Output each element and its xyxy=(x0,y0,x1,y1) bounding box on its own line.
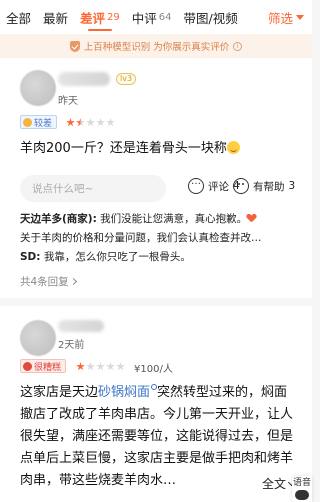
rating-badge: 很糟糕 xyxy=(20,359,67,373)
helpful-label: 有帮助 xyxy=(253,180,285,193)
star-icon xyxy=(96,118,105,127)
tab-label: 全部 xyxy=(6,10,32,26)
tab-all[interactable]: 全部 xyxy=(6,0,31,34)
view-all-replies-link[interactable]: 共4条回复 xyxy=(20,274,77,289)
review-time: 昨天 xyxy=(58,96,78,107)
tab-neutral[interactable]: 中评 64 xyxy=(132,0,172,34)
expand-fulltext-button[interactable]: 全文 xyxy=(255,475,296,492)
star-rating xyxy=(76,362,125,371)
reply-text: 我靠，怎么你只吃了一根骨头。 xyxy=(40,251,191,263)
star-icon xyxy=(86,362,95,371)
star-icon xyxy=(106,362,115,371)
username-blurred xyxy=(58,320,104,332)
comment-label: 评论 xyxy=(208,180,229,193)
reply-total: 共4条回复 xyxy=(20,276,69,288)
tab-label: 带图/视频 xyxy=(183,10,238,26)
banner-text: 上百种模型识别 为你展示真实评价 xyxy=(83,42,230,53)
filter-button[interactable]: 筛选 xyxy=(260,0,312,34)
merchant-reply-text: 我们没能让您满意，真心抱歉。 xyxy=(96,213,248,225)
star-icon xyxy=(116,362,125,371)
shop-link[interactable]: 砂锅焖面 xyxy=(98,385,150,400)
rating-label: 很糟糕 xyxy=(34,362,62,373)
rating-badge: 较差 xyxy=(20,115,58,129)
chevron-right-icon xyxy=(69,277,77,286)
tab-label: 最新 xyxy=(43,10,69,26)
comment-input[interactable]: 说点什么吧~ xyxy=(20,175,166,202)
star-icon xyxy=(106,118,115,127)
merchant-name: 天边羊多(商家): xyxy=(20,213,97,225)
laughing-emoji-icon xyxy=(226,141,240,154)
rating-label: 较差 xyxy=(34,118,53,129)
smiley-icon xyxy=(233,178,249,194)
shield-check-icon xyxy=(69,40,80,52)
review-body: 羊肉200一斤？还是连着骨头一块称 xyxy=(20,141,227,156)
comment-placeholder: 说点什么吧~ xyxy=(32,183,94,195)
comment-icon xyxy=(188,176,204,194)
merchant-reply-text: 关于羊肉的价格和分量问题，我们会认真检查并改… xyxy=(20,232,262,244)
star-icon xyxy=(76,118,85,127)
star-icon xyxy=(66,118,75,127)
dropdown-arrow-icon xyxy=(296,14,304,20)
review-text[interactable]: 羊肉200一斤？还是连着骨头一块称 xyxy=(20,138,298,160)
review-card: 2天前 很糟糕 ¥100/人 这家店是天边砂锅焖面 突然转型过来的，焖面撤店了改成… xyxy=(0,306,312,502)
reply-user-name: SD: xyxy=(20,251,41,263)
authenticity-banner: 上百种模型识别 为你展示真实评价 i xyxy=(0,34,312,58)
user-level-badge: lv3 xyxy=(116,73,137,85)
review-body: 突然转型过来的，焖面撤店了改成了羊肉串店。今儿第一天开业，让人很失望，满座还需要… xyxy=(20,385,294,488)
price-per-person: ¥100/人 xyxy=(134,364,173,375)
tab-count: 29 xyxy=(107,11,120,23)
avatar[interactable] xyxy=(20,320,56,356)
star-icon xyxy=(86,118,95,127)
star-icon xyxy=(96,362,105,371)
merchant-reply: 天边羊多(商家): 我们没能让您满意，真心抱歉。 xyxy=(20,210,298,229)
tab-media[interactable]: 带图/视频 xyxy=(184,0,238,34)
filter-label: 筛选 xyxy=(267,10,293,26)
microphone-icon xyxy=(295,490,309,500)
reply-list[interactable]: 天边羊多(商家): 我们没能让您满意，真心抱歉。 关于羊肉的价格和分量问题，我们… xyxy=(20,210,298,267)
tab-label: 差评 xyxy=(80,10,106,26)
fulltext-label: 全文 xyxy=(261,477,286,491)
tab-label: 中评 xyxy=(131,10,157,26)
helpful-count: 3 xyxy=(288,180,296,192)
user-reply: SD: 我靠，怎么你只吃了一根骨头。 xyxy=(20,248,298,267)
rating-face-icon xyxy=(23,361,32,371)
info-icon[interactable]: i xyxy=(233,41,243,51)
rating-face-icon xyxy=(23,117,32,127)
tab-latest[interactable]: 最新 xyxy=(43,0,68,34)
username-blurred xyxy=(58,72,110,86)
tab-negative[interactable]: 差评 29 xyxy=(80,0,120,34)
avatar[interactable] xyxy=(20,70,56,106)
review-card: lv3 昨天 较差 羊肉200一斤？还是连着骨头一块称 说点什么吧~ 评论 4 … xyxy=(0,58,312,298)
review-time: 2天前 xyxy=(58,340,85,351)
comment-button[interactable]: 评论 4 xyxy=(188,176,240,194)
tab-count: 64 xyxy=(158,11,172,23)
star-icon xyxy=(76,362,85,371)
review-body: 这家店是天边 xyxy=(20,385,99,400)
helpful-button[interactable]: 有帮助 3 xyxy=(233,178,295,194)
star-rating xyxy=(66,118,115,127)
heart-icon xyxy=(247,214,256,222)
voice-button[interactable]: 语音 xyxy=(292,476,312,502)
voice-label: 语音 xyxy=(292,478,311,488)
